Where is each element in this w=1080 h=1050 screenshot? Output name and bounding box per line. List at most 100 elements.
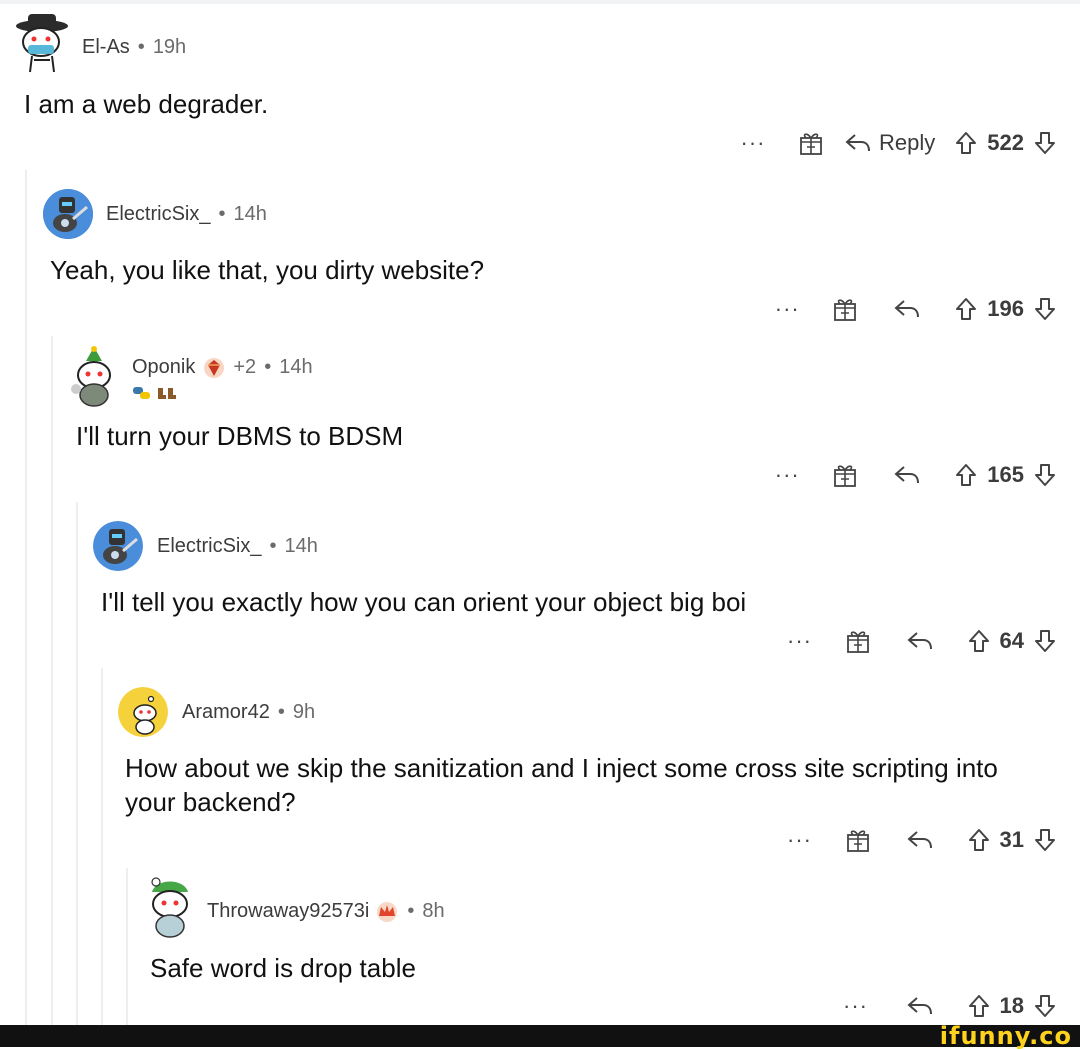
thread-line-4[interactable]	[101, 668, 103, 1025]
timestamp: 14h	[284, 535, 318, 557]
avatar[interactable]	[14, 12, 70, 74]
thread-line-5[interactable]	[126, 868, 128, 1025]
downvote-icon[interactable]	[1034, 828, 1056, 852]
more-icon[interactable]: ···	[757, 462, 817, 488]
upvote-icon[interactable]	[968, 828, 990, 852]
gift-icon[interactable]	[830, 628, 886, 654]
user-flair-icons	[132, 386, 178, 400]
timestamp: 14h	[279, 356, 313, 378]
reply-icon	[894, 466, 920, 484]
vote-controls: 522	[941, 130, 1056, 156]
username[interactable]: Throwaway92573i	[207, 900, 369, 923]
reply-label: Reply	[879, 130, 936, 155]
timestamp: 14h	[233, 203, 267, 225]
comment-body: I'll turn your DBMS to BDSM	[76, 421, 404, 451]
upvote-icon[interactable]	[968, 629, 990, 653]
vote-controls: 196	[941, 296, 1056, 322]
comment-actions: ··· 31	[770, 820, 1056, 860]
downvote-icon[interactable]	[1034, 131, 1056, 155]
top-divider	[0, 0, 1080, 4]
reply-icon	[906, 997, 932, 1015]
watermark-bar: ifunny.co	[0, 1022, 1080, 1050]
comment-actions: ··· 64	[770, 621, 1056, 661]
username[interactable]: El-As	[82, 36, 130, 59]
username[interactable]: ElectricSix_	[106, 203, 210, 226]
python-icon	[133, 387, 150, 399]
thread-line-2[interactable]	[51, 336, 53, 1025]
avatar[interactable]	[43, 189, 93, 239]
avatar[interactable]	[66, 345, 122, 407]
timestamp: 19h	[152, 36, 187, 58]
more-icon[interactable]: ···	[723, 130, 783, 156]
reply-button[interactable]	[873, 299, 941, 319]
more-icon[interactable]: ···	[770, 827, 830, 853]
upvote-icon[interactable]	[955, 463, 977, 487]
gift-icon[interactable]	[830, 827, 886, 853]
timestamp: 8h	[422, 900, 445, 922]
comment-meta: ElectricSix_ • 14h	[157, 535, 318, 558]
comment-actions: ··· 196	[757, 289, 1056, 329]
robot-guitar-avatar-icon	[93, 521, 143, 571]
comment-meta: ElectricSix_ • 14h	[106, 203, 267, 226]
gift-icon[interactable]	[817, 462, 873, 488]
reply-icon	[894, 300, 920, 318]
cowboy-boots-icon	[158, 388, 176, 399]
snoo-green-hat-avatar-icon	[151, 877, 188, 938]
reply-button[interactable]	[873, 465, 941, 485]
snoo-default-avatar-icon	[118, 687, 168, 737]
vote-count: 165	[987, 462, 1024, 487]
separator-dot: •	[218, 203, 226, 225]
reply-icon	[906, 632, 932, 650]
separator-dot: •	[137, 36, 145, 58]
username[interactable]: ElectricSix_	[157, 535, 261, 558]
comment-actions: ··· 165	[757, 455, 1056, 495]
timestamp: 9h	[292, 701, 316, 723]
reply-button[interactable]	[886, 830, 954, 850]
award-gem-icon	[203, 357, 225, 379]
downvote-icon[interactable]	[1034, 297, 1056, 321]
comment-actions: ··· Reply 522	[723, 123, 1056, 163]
thread-line-3[interactable]	[76, 502, 78, 1025]
downvote-icon[interactable]	[1034, 994, 1056, 1018]
vote-controls: 165	[941, 462, 1056, 488]
vote-count: 64	[999, 628, 1024, 653]
avatar[interactable]	[118, 687, 168, 737]
more-icon[interactable]: ···	[757, 296, 817, 322]
separator-dot: •	[264, 356, 272, 378]
comment-body: How about we skip the sanitization and I…	[125, 753, 998, 817]
avatar[interactable]	[93, 521, 143, 571]
reply-icon	[906, 831, 932, 849]
comment-meta: El-As • 19h	[82, 36, 186, 59]
gift-icon[interactable]	[783, 130, 839, 156]
reply-button[interactable]	[886, 631, 954, 651]
upvote-icon[interactable]	[955, 131, 977, 155]
avatar[interactable]	[142, 876, 198, 938]
reply-button[interactable]	[886, 996, 954, 1016]
reply-button[interactable]: Reply	[839, 130, 941, 156]
snoo-hat-avatar-icon	[16, 14, 68, 73]
robot-guitar-avatar-icon	[43, 189, 93, 239]
username[interactable]: Aramor42	[182, 701, 270, 724]
comment-meta: Throwaway92573i • 8h	[207, 900, 445, 923]
comment-body: Yeah, you like that, you dirty website?	[50, 255, 485, 285]
upvote-icon[interactable]	[955, 297, 977, 321]
thread-line-1[interactable]	[25, 170, 27, 1025]
karma-count: +2	[233, 356, 257, 378]
gift-icon[interactable]	[817, 296, 873, 322]
comment-meta: Oponik +2 • 14h	[132, 356, 313, 379]
username[interactable]: Oponik	[132, 356, 195, 379]
award-crown-icon	[375, 901, 399, 923]
vote-controls: 18	[954, 993, 1056, 1019]
vote-controls: 64	[954, 628, 1056, 654]
more-icon[interactable]: ···	[826, 993, 886, 1019]
separator-dot: •	[407, 900, 415, 922]
upvote-icon[interactable]	[968, 994, 990, 1018]
vote-controls: 31	[954, 827, 1056, 853]
downvote-icon[interactable]	[1034, 629, 1056, 653]
downvote-icon[interactable]	[1034, 463, 1056, 487]
comment-meta: Aramor42 • 9h	[182, 701, 315, 724]
vote-count: 31	[999, 827, 1024, 852]
vote-count: 196	[987, 296, 1024, 321]
more-icon[interactable]: ···	[770, 628, 830, 654]
vote-count: 18	[999, 993, 1024, 1018]
